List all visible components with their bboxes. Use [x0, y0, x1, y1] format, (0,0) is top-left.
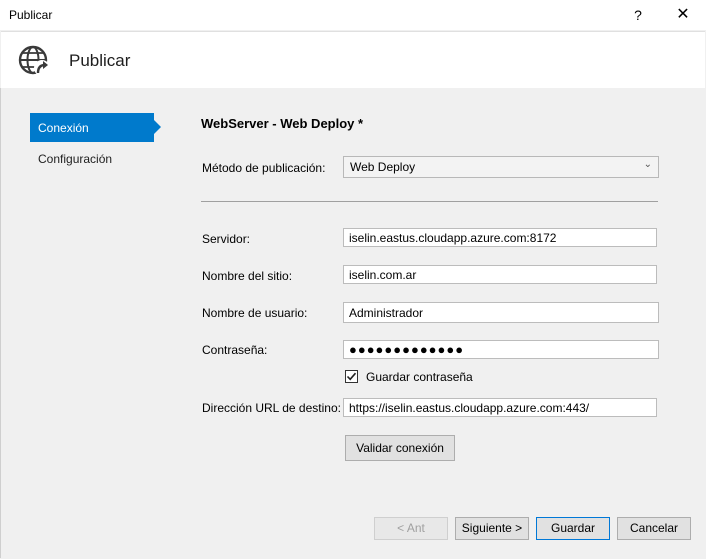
globe-publish-icon	[17, 44, 51, 78]
dialog-header: Publicar	[1, 31, 705, 88]
username-input[interactable]: Administrador	[343, 302, 659, 323]
cancel-button[interactable]: Cancelar	[617, 517, 691, 540]
close-button[interactable]: ✕	[670, 4, 696, 26]
checkmark-icon	[346, 372, 357, 381]
separator	[201, 201, 658, 202]
password-label: Contraseña:	[202, 343, 268, 357]
active-indicator-arrow	[154, 120, 161, 134]
save-password-checkbox[interactable]	[345, 370, 358, 383]
chevron-down-icon: ⌄	[643, 159, 652, 170]
back-button[interactable]: < Ant	[374, 517, 448, 540]
window-title: Publicar	[9, 8, 53, 22]
next-button[interactable]: Siguiente >	[455, 517, 529, 540]
site-name-label: Nombre del sitio:	[202, 269, 293, 283]
server-input[interactable]: iselin.eastus.cloudapp.azure.com:8172	[343, 228, 657, 247]
username-label: Nombre de usuario:	[202, 306, 308, 320]
dest-url-label: Dirección URL de destino:	[202, 401, 341, 415]
validate-connection-button[interactable]: Validar conexión	[345, 435, 455, 461]
section-title: WebServer - Web Deploy *	[201, 116, 364, 131]
page-title: Publicar	[69, 51, 131, 70]
publish-method-value: Web Deploy	[350, 160, 416, 174]
dest-url-input[interactable]: https://iselin.eastus.cloudapp.azure.com…	[343, 398, 657, 417]
site-name-input[interactable]: iselin.com.ar	[343, 265, 657, 284]
password-input[interactable]: ●●●●●●●●●●●●●	[343, 340, 659, 359]
nav-item-label: Conexión	[38, 121, 89, 135]
server-label: Servidor:	[202, 232, 251, 246]
nav-item-conexion[interactable]: Conexión	[30, 113, 161, 142]
save-password-label[interactable]: Guardar contraseña	[366, 370, 473, 384]
nav-item-configuracion[interactable]: Configuración	[38, 152, 112, 166]
method-label: Método de publicación:	[202, 161, 326, 175]
help-button[interactable]: ?	[628, 4, 648, 26]
title-bar: Publicar ? ✕	[0, 0, 706, 30]
window-left-border	[0, 88, 1, 558]
publish-method-dropdown[interactable]: Web Deploy ⌄	[343, 156, 659, 178]
save-button[interactable]: Guardar	[536, 517, 610, 540]
